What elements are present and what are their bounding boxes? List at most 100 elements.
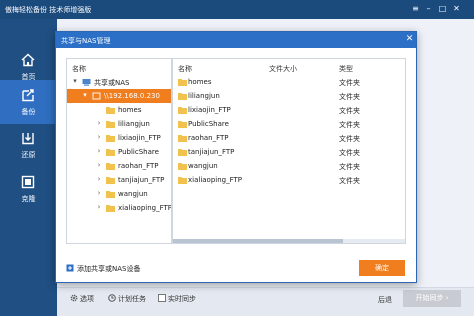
sidebar-item-restore[interactable]: 还原	[0, 123, 57, 167]
chevron-right-icon[interactable]: ›	[95, 161, 103, 169]
file-row[interactable]: wangjun 文件夹	[173, 159, 405, 173]
file-type: 文件夹	[339, 149, 360, 157]
file-type: 文件夹	[339, 121, 360, 129]
folder-icon	[178, 177, 187, 184]
tree-item-folder[interactable]: › tanjiajun_FTP	[67, 173, 171, 187]
scrollbar-thumb[interactable]	[173, 239, 343, 243]
file-name: homes	[188, 78, 212, 86]
tree-item-label: wangjun	[118, 190, 148, 198]
file-name: xialiaoping_FTP	[188, 176, 243, 184]
tree-pane: 名称 ▾ 共享或NAS ▾ \\192.168.0.230 homes › li…	[66, 58, 172, 244]
clock-icon	[108, 294, 116, 302]
chevron-right-icon[interactable]: ›	[95, 203, 103, 211]
folder-icon	[106, 135, 115, 142]
tree-item-label: PublicShare	[118, 148, 159, 156]
back-button[interactable]: 后退	[378, 295, 392, 305]
maximize-icon[interactable]: □	[437, 3, 448, 14]
file-row[interactable]: PublicShare 文件夹	[173, 117, 405, 131]
chevron-right-icon[interactable]: ›	[95, 175, 103, 183]
column-header-size[interactable]: 文件大小	[269, 64, 297, 74]
column-header-name[interactable]: 名称	[178, 64, 192, 74]
tree-item-server[interactable]: ▾ \\192.168.0.230	[67, 89, 171, 103]
file-name: lixiaojin_FTP	[188, 106, 231, 114]
schedule-label: 计划任务	[118, 295, 146, 303]
file-row[interactable]: homes 文件夹	[173, 75, 405, 89]
dialog-title-bar: 共享与NAS管理 ✕	[56, 32, 416, 48]
minimize-icon[interactable]: –	[423, 3, 434, 14]
file-name: raohan_FTP	[188, 134, 229, 142]
tree-item-folder[interactable]: › PublicShare	[67, 145, 171, 159]
options-button[interactable]: 选项	[70, 294, 94, 306]
folder-icon	[178, 149, 187, 156]
column-header-type[interactable]: 类型	[339, 64, 353, 74]
file-name: liliangjun	[188, 92, 220, 100]
tree-item-folder[interactable]: › xialiaoping_FTP	[67, 201, 172, 215]
chevron-right-icon[interactable]: ›	[95, 119, 103, 127]
sidebar-item-backup[interactable]: 备份	[0, 80, 57, 124]
chevron-right-icon[interactable]: ›	[95, 133, 103, 141]
sidebar-item-label: 备份	[21, 108, 36, 116]
folder-icon	[178, 107, 187, 114]
horizontal-scrollbar[interactable]	[173, 239, 405, 243]
tree-item-nas-root[interactable]: ▾ 共享或NAS	[67, 75, 171, 89]
tree-item-folder[interactable]: › lixiaojin_FTP	[67, 131, 171, 145]
clone-icon	[21, 175, 35, 189]
file-type: 文件夹	[339, 93, 360, 101]
folder-icon	[178, 121, 187, 128]
folder-icon	[106, 121, 115, 128]
folder-icon	[106, 163, 115, 170]
file-row[interactable]: lixiaojin_FTP 文件夹	[173, 103, 405, 117]
chevron-right-icon[interactable]: ›	[95, 147, 103, 155]
schedule-button[interactable]: 计划任务	[108, 294, 146, 306]
app-title-bar: 傲梅轻松备份 技术师增强版 ≡ – □ ✕	[0, 0, 474, 19]
add-nas-button[interactable]: 添加共享或NAS设备	[66, 264, 140, 274]
folder-icon	[178, 93, 187, 100]
options-label: 选项	[80, 295, 94, 303]
tree-item-label: lixiaojin_FTP	[118, 134, 161, 142]
file-name: PublicShare	[188, 120, 229, 128]
close-icon[interactable]: ✕	[404, 34, 415, 45]
home-icon	[21, 53, 35, 67]
tree-item-label: 共享或NAS	[94, 79, 130, 87]
realtime-sync-checkbox[interactable]: 实时同步	[158, 294, 196, 306]
file-row[interactable]: xialiaoping_FTP 文件夹	[173, 173, 405, 187]
add-nas-label: 添加共享或NAS设备	[77, 265, 141, 273]
file-row[interactable]: tanjiajun_FTP 文件夹	[173, 145, 405, 159]
tree-item-folder[interactable]: › liliangjun	[67, 117, 171, 131]
file-name: wangjun	[188, 162, 218, 170]
sidebar-item-label: 克隆	[21, 195, 36, 203]
file-type: 文件夹	[339, 79, 360, 87]
share-nas-dialog: 共享与NAS管理 ✕ 名称 ▾ 共享或NAS ▾ \\192.168.0.230	[55, 31, 417, 283]
sidebar-item-clone[interactable]: 克隆	[0, 167, 57, 211]
ok-button[interactable]: 确定	[359, 260, 405, 276]
menu-icon[interactable]: ≡	[410, 3, 421, 14]
file-name: tanjiajun_FTP	[188, 148, 235, 156]
chevron-right-icon[interactable]: ›	[95, 189, 103, 197]
folder-icon	[106, 191, 115, 198]
chevron-down-icon[interactable]: ▾	[71, 77, 79, 85]
tree-item-label: tanjiajun_FTP	[118, 176, 165, 184]
gear-icon	[70, 294, 78, 302]
file-row[interactable]: liliangjun 文件夹	[173, 89, 405, 103]
tree-item-folder[interactable]: › wangjun	[67, 187, 171, 201]
start-sync-button[interactable]: 开始同步 ›	[403, 290, 461, 307]
checkbox-icon	[158, 294, 166, 302]
chevron-down-icon[interactable]: ▾	[81, 91, 89, 99]
tree-item-label: xialiaoping_FTP	[118, 204, 172, 212]
file-type: 文件夹	[339, 135, 360, 143]
file-row[interactable]: raohan_FTP 文件夹	[173, 131, 405, 145]
sidebar-item-label: 还原	[21, 151, 36, 159]
folder-icon	[178, 163, 187, 170]
tree-item-folder[interactable]: homes	[67, 103, 171, 117]
folder-icon	[106, 107, 115, 114]
file-type: 文件夹	[339, 177, 360, 185]
nas-icon	[82, 79, 91, 86]
realtime-label: 实时同步	[168, 295, 196, 303]
file-list-pane: 名称 文件大小 类型 homes 文件夹 liliangjun 文件夹 lixi…	[172, 58, 406, 244]
close-icon[interactable]: ✕	[451, 3, 462, 14]
folder-icon	[106, 177, 115, 184]
folder-icon	[178, 79, 187, 86]
add-icon	[66, 264, 74, 272]
tree-item-folder[interactable]: › raohan_FTP	[67, 159, 171, 173]
backup-icon	[22, 89, 34, 102]
